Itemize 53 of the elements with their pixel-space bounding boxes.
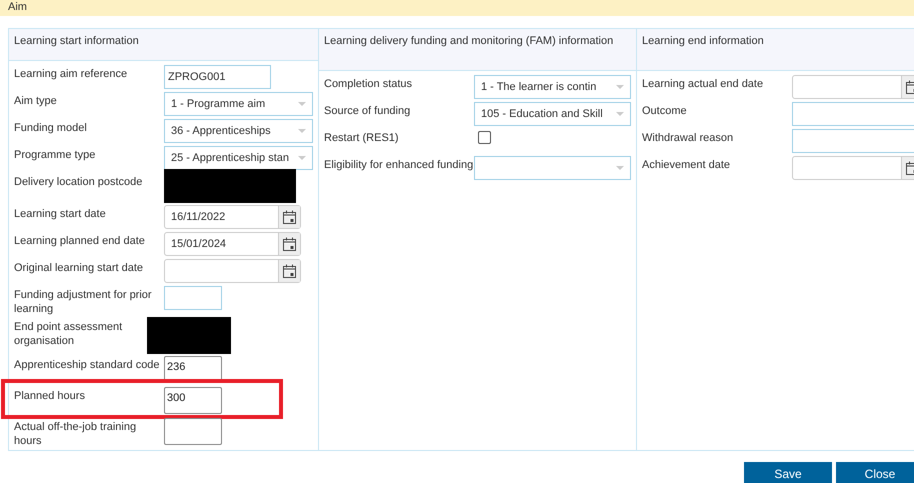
field-label: Planned hours bbox=[14, 389, 86, 403]
field-label: Apprenticeship standard code bbox=[14, 358, 161, 372]
field-label: Delivery location postcode bbox=[14, 175, 144, 189]
field-label: Original learning start date bbox=[14, 261, 144, 275]
date-field[interactable] bbox=[792, 156, 914, 180]
caret-icon bbox=[298, 156, 306, 160]
dropdown[interactable]: 1 - The learner is contin bbox=[474, 75, 631, 99]
date-field[interactable]: 15/01/2024 bbox=[164, 232, 301, 256]
dropdown[interactable]: 25 - Apprenticeship stan bbox=[164, 146, 313, 170]
field-label: Learning start date bbox=[14, 207, 107, 221]
date-field[interactable] bbox=[164, 259, 301, 283]
number-field[interactable] bbox=[164, 286, 222, 310]
section-title: Learning start information bbox=[14, 35, 139, 47]
field-label: Learning planned end date bbox=[14, 234, 146, 248]
field-label: Funding model bbox=[14, 121, 88, 135]
field-label: Eligibility for enhanced funding bbox=[324, 158, 474, 172]
field-label: Funding adjustment for prior learning bbox=[14, 288, 153, 316]
text-field[interactable]: ZPROG001 bbox=[164, 65, 271, 89]
date-field[interactable]: 16/11/2022 bbox=[164, 205, 301, 229]
checkbox[interactable] bbox=[478, 131, 491, 144]
field-label: End point assessment organisation bbox=[14, 320, 124, 348]
field-label: Learning aim reference bbox=[14, 67, 128, 81]
field-label: Restart (RES1) bbox=[324, 131, 400, 145]
field-label: Achievement date bbox=[642, 158, 732, 172]
calendar-icon[interactable] bbox=[283, 264, 296, 278]
caret-icon bbox=[298, 128, 306, 134]
caret-icon bbox=[616, 84, 624, 90]
field-label: Outcome bbox=[642, 104, 688, 118]
action-button[interactable]: Save bbox=[744, 462, 832, 483]
dropdown[interactable]: 1 - Programme aim bbox=[164, 92, 313, 116]
date-field[interactable] bbox=[792, 75, 914, 99]
banner-title: Aim bbox=[8, 1, 27, 14]
calendar-icon[interactable] bbox=[283, 237, 296, 251]
field-label: Learning actual end date bbox=[642, 77, 764, 91]
text-field[interactable] bbox=[792, 129, 914, 153]
field-label: Source of funding bbox=[324, 104, 412, 118]
field-label: Completion status bbox=[324, 77, 414, 91]
caret-icon bbox=[616, 112, 624, 116]
caret-icon bbox=[616, 166, 624, 170]
action-button[interactable]: Close bbox=[836, 462, 914, 483]
field-label: Aim type bbox=[14, 94, 58, 108]
dropdown[interactable]: 105 - Education and Skill bbox=[474, 102, 631, 126]
section-title: Learning end information bbox=[642, 35, 764, 47]
field-label: Programme type bbox=[14, 148, 96, 162]
section-title: Learning delivery funding and monitoring (FAM) information bbox=[324, 35, 614, 47]
field-label: Actual off-the-job training hours bbox=[14, 420, 138, 448]
dropdown[interactable]: 36 - Apprenticeships bbox=[164, 119, 313, 143]
calendar-icon[interactable] bbox=[283, 210, 296, 224]
caret-icon bbox=[298, 102, 306, 106]
text-field[interactable] bbox=[792, 102, 914, 126]
number-field[interactable] bbox=[164, 418, 222, 445]
field-label: Withdrawal reason bbox=[642, 131, 734, 145]
number-field[interactable]: 300 bbox=[164, 387, 222, 414]
